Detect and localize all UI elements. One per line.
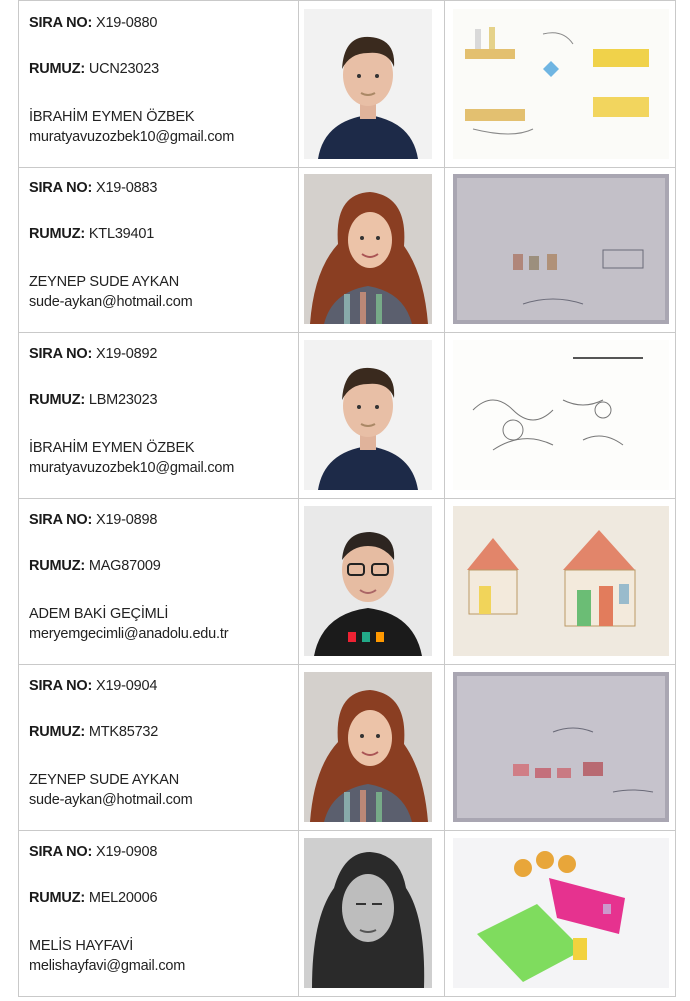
drawing-cell (445, 332, 676, 498)
artwork-image (453, 672, 669, 822)
artwork-image (453, 506, 669, 656)
sira-no-label: SIRA NO: (29, 180, 93, 196)
participant-name: ZEYNEP SUDE AYKAN (29, 274, 179, 290)
sira-no-value: X19-0883 (95, 180, 158, 196)
participant-photo (304, 672, 432, 822)
sira-no-label: SIRA NO: (29, 678, 93, 694)
info-cell: SIRA NO: X19-0880 RUMUZ: UCN23023 İBRAHİ… (18, 1, 299, 167)
rumuz-label: RUMUZ: (29, 890, 85, 906)
participant-email: sude-aykan@hotmail.com (29, 792, 193, 808)
participant-name: ZEYNEP SUDE AYKAN (29, 772, 179, 788)
photo-cell (298, 1, 445, 167)
artwork-image (453, 340, 669, 490)
rumuz-value: MEL20006 (88, 890, 158, 906)
table-row: SIRA NO: X19-0883 RUMUZ: KTL39401 ZEYNEP… (18, 166, 676, 333)
table-row: SIRA NO: X19-0892 RUMUZ: LBM23023 İBRAHİ… (18, 332, 676, 499)
photo-cell (298, 166, 445, 332)
photo-cell (298, 830, 445, 996)
info-cell: SIRA NO: X19-0898 RUMUZ: MAG87009 ADEM B… (18, 498, 299, 664)
table-row: SIRA NO: X19-0904 RUMUZ: MTK85732 ZEYNEP… (18, 664, 676, 831)
participant-email: muratyavuzozbek10@gmail.com (29, 460, 235, 476)
drawing-cell (445, 664, 676, 830)
info-cell: SIRA NO: X19-0892 RUMUZ: LBM23023 İBRAHİ… (18, 332, 299, 498)
artwork-image (453, 9, 669, 159)
artwork-image (453, 838, 669, 988)
photo-cell (298, 332, 445, 498)
rumuz-value: MTK85732 (88, 724, 159, 740)
participant-photo (304, 9, 432, 159)
table-row: SIRA NO: X19-0898 RUMUZ: MAG87009 ADEM B… (18, 498, 676, 665)
rumuz-label: RUMUZ: (29, 61, 85, 77)
rumuz-label: RUMUZ: (29, 558, 85, 574)
drawing-cell (445, 830, 676, 996)
participant-photo (304, 838, 432, 988)
participant-photo (304, 340, 432, 490)
info-cell: SIRA NO: X19-0908 RUMUZ: MEL20006 MELİS … (18, 830, 299, 996)
participant-name: İBRAHİM EYMEN ÖZBEK (29, 440, 195, 456)
sira-no-value: X19-0904 (95, 678, 158, 694)
artwork-image (453, 174, 669, 324)
table-row: SIRA NO: X19-0880 RUMUZ: UCN23023 İBRAHİ… (18, 0, 676, 168)
sira-no-label: SIRA NO: (29, 512, 93, 528)
participant-email: melishayfavi@gmail.com (29, 958, 186, 974)
sira-no-value: X19-0892 (95, 346, 158, 362)
sira-no-value: X19-0898 (95, 512, 158, 528)
info-cell: SIRA NO: X19-0904 RUMUZ: MTK85732 ZEYNEP… (18, 664, 299, 830)
participant-name: İBRAHİM EYMEN ÖZBEK (29, 109, 195, 125)
photo-cell (298, 498, 445, 664)
participant-email: sude-aykan@hotmail.com (29, 294, 193, 310)
sira-no-label: SIRA NO: (29, 346, 93, 362)
participant-photo (304, 174, 432, 324)
sira-no-label: SIRA NO: (29, 15, 93, 31)
rumuz-label: RUMUZ: (29, 392, 85, 408)
rumuz-value: MAG87009 (88, 558, 161, 574)
sira-no-label: SIRA NO: (29, 844, 93, 860)
rumuz-label: RUMUZ: (29, 226, 85, 242)
info-cell: SIRA NO: X19-0883 RUMUZ: KTL39401 ZEYNEP… (18, 166, 299, 332)
participant-name: MELİS HAYFAVİ (29, 938, 134, 954)
rumuz-label: RUMUZ: (29, 724, 85, 740)
photo-cell (298, 664, 445, 830)
drawing-cell (445, 1, 676, 167)
sira-no-value: X19-0908 (95, 844, 158, 860)
sira-no-value: X19-0880 (95, 15, 158, 31)
rumuz-value: UCN23023 (88, 61, 159, 77)
drawing-cell (445, 166, 676, 332)
drawing-cell (445, 498, 676, 664)
participant-email: muratyavuzozbek10@gmail.com (29, 129, 235, 145)
table-row: SIRA NO: X19-0908 RUMUZ: MEL20006 MELİS … (18, 830, 676, 997)
participant-photo (304, 506, 432, 656)
rumuz-value: KTL39401 (88, 226, 155, 242)
participant-email: meryemgecimli@anadolu.edu.tr (29, 626, 229, 642)
rumuz-value: LBM23023 (88, 392, 158, 408)
participant-name: ADEM BAKİ GEÇİMLİ (29, 606, 169, 622)
